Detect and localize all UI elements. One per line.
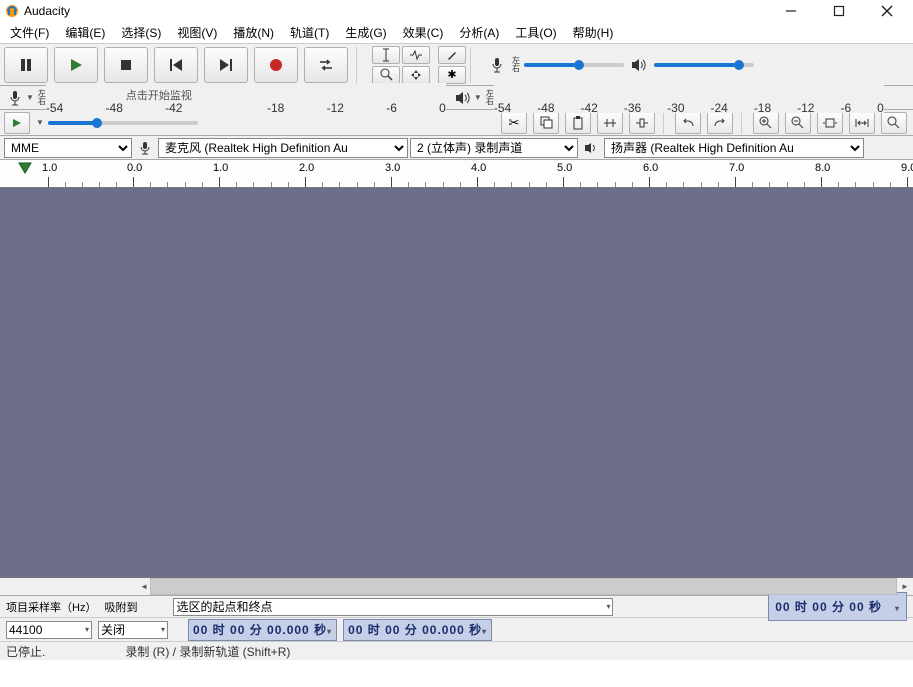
audio-position-display[interactable]: 00 时 00 分 00 秒 ▾ [768, 592, 907, 621]
scroll-right-icon[interactable]: ► [901, 582, 909, 591]
speaker-icon[interactable] [628, 54, 650, 76]
menu-analyze[interactable]: 分析(A) [453, 22, 505, 43]
play-button[interactable] [54, 47, 98, 83]
zoom-fit-icon[interactable] [849, 112, 875, 134]
copy-icon[interactable] [533, 112, 559, 134]
rec-volume-slider[interactable] [524, 63, 624, 67]
menu-select[interactable]: 选择(S) [115, 22, 167, 43]
tools-grid [372, 46, 430, 84]
status-bar: 已停止. 录制 (R) / 录制新轨道 (Shift+R) [0, 642, 913, 660]
play-volume-slider[interactable] [654, 63, 754, 67]
selection-start-display[interactable]: 00 时 00 分 00.000 秒▾ [188, 619, 337, 641]
rec-device-select[interactable]: 麦克风 (Realtek High Definition Au [158, 138, 408, 158]
multi-tool-icon[interactable] [402, 66, 430, 84]
selection-value-row: 44100▾ 关闭▾ 00 时 00 分 00.000 秒▾ 00 时 00 分… [0, 618, 913, 642]
titlebar: Audacity [0, 0, 913, 22]
menubar: 文件(F) 编辑(E) 选择(S) 视图(V) 播放(N) 轨道(T) 生成(G… [0, 22, 913, 44]
menu-view[interactable]: 视图(V) [171, 22, 223, 43]
mic-icon[interactable] [486, 54, 508, 76]
zoom-tool-icon[interactable] [372, 66, 400, 84]
timeline-ruler[interactable]: 1.00.01.02.03.04.05.06.07.08.09.0 [0, 160, 913, 188]
undo-icon[interactable] [675, 112, 701, 134]
h-scroll-row: ◄ ► [0, 578, 913, 596]
status-hint: 录制 (R) / 录制新轨道 (Shift+R) [125, 643, 290, 660]
lr-label: 左 右 [512, 57, 520, 73]
speaker-meter-icon[interactable] [452, 87, 474, 109]
zoom-sel-icon[interactable] [817, 112, 843, 134]
device-toolbar: MME 麦克风 (Realtek High Definition Au 2 (立… [0, 136, 913, 160]
menu-effect[interactable]: 效果(C) [397, 22, 450, 43]
redo-icon[interactable] [707, 112, 733, 134]
paste-icon[interactable] [565, 112, 591, 134]
status-text: 已停止. [6, 643, 45, 660]
rec-meter: 左 右 [486, 54, 754, 76]
snap-to-label: 吸附到 [104, 599, 137, 615]
play-device-select[interactable]: 扬声器 (Realtek High Definition Au [604, 138, 864, 158]
zoom-in-icon[interactable] [753, 112, 779, 134]
skip-end-button[interactable] [204, 47, 248, 83]
menu-transport[interactable]: 播放(N) [227, 22, 280, 43]
record-button[interactable] [254, 47, 298, 83]
selection-tool-icon[interactable] [372, 46, 400, 64]
stop-button[interactable] [104, 47, 148, 83]
menu-generate[interactable]: 生成(G) [339, 22, 392, 43]
maximize-button[interactable] [825, 1, 853, 21]
separator [470, 47, 476, 83]
mic-meter-icon[interactable] [4, 87, 26, 109]
rec-level-meter[interactable]: 点击开始监视 -54 -48 -42 -18 -12 -6 0 [46, 83, 446, 113]
zoom-toggle-icon[interactable] [881, 112, 907, 134]
separator [356, 47, 362, 83]
menu-tracks[interactable]: 轨道(T) [284, 22, 335, 43]
snap-to-select[interactable]: 关闭▾ [98, 621, 168, 639]
trim-icon[interactable] [597, 112, 623, 134]
playhead-marker-icon[interactable] [18, 162, 32, 174]
loop-button[interactable] [304, 47, 348, 83]
audio-host-select[interactable]: MME [4, 138, 132, 158]
rec-meter-row: ▼ 左 右 点击开始监视 -54 -48 -42 -18 -12 -6 0 ▼ … [0, 86, 913, 110]
app-logo-icon [4, 3, 20, 19]
window-controls [777, 1, 901, 21]
playback-speed-slider[interactable] [48, 121, 198, 125]
selection-end-display[interactable]: 00 时 00 分 00.000 秒▾ [343, 619, 492, 641]
menu-help[interactable]: 帮助(H) [567, 22, 620, 43]
h-scrollbar[interactable] [150, 578, 897, 595]
menu-file[interactable]: 文件(F) [4, 22, 55, 43]
cut-icon[interactable]: ✂ [501, 112, 527, 134]
rec-device-icon [134, 137, 156, 159]
selection-label-row: 项目采样率（Hz） 吸附到 选区的起点和终点▾ 00 时 00 分 00 秒 ▾ [0, 596, 913, 618]
scroll-left-icon[interactable]: ◄ [140, 582, 148, 591]
scrub-row: ▼ ✂ [0, 110, 913, 136]
silence-icon[interactable] [629, 112, 655, 134]
scrub-play-icon[interactable] [4, 112, 30, 134]
zoom-out-icon[interactable] [785, 112, 811, 134]
rec-channels-select[interactable]: 2 (立体声) 录制声道 [410, 138, 578, 158]
skip-start-button[interactable] [154, 47, 198, 83]
menu-tools[interactable]: 工具(O) [509, 22, 562, 43]
minimize-button[interactable] [777, 1, 805, 21]
close-button[interactable] [873, 1, 901, 21]
envelope-tool-icon[interactable] [402, 46, 430, 64]
window-title: Audacity [24, 4, 777, 18]
project-rate-select[interactable]: 44100▾ [6, 621, 92, 639]
play-device-icon [580, 137, 602, 159]
timeshift-tool-icon[interactable]: ✱ [438, 66, 466, 84]
selection-mode-select[interactable]: 选区的起点和终点▾ [173, 598, 613, 616]
transport-toolbar-row: ✱ 左 右 [0, 44, 913, 86]
draw-tool-icon[interactable] [438, 46, 466, 64]
play-level-meter[interactable]: -54 -48 -42 -36 -30 -24 -18 -12 -6 0 [494, 83, 884, 113]
pause-button[interactable] [4, 47, 48, 83]
menu-edit[interactable]: 编辑(E) [59, 22, 111, 43]
track-area[interactable] [0, 188, 913, 578]
tools-grid2: ✱ [438, 46, 466, 84]
project-rate-label: 项目采样率（Hz） [6, 599, 96, 615]
